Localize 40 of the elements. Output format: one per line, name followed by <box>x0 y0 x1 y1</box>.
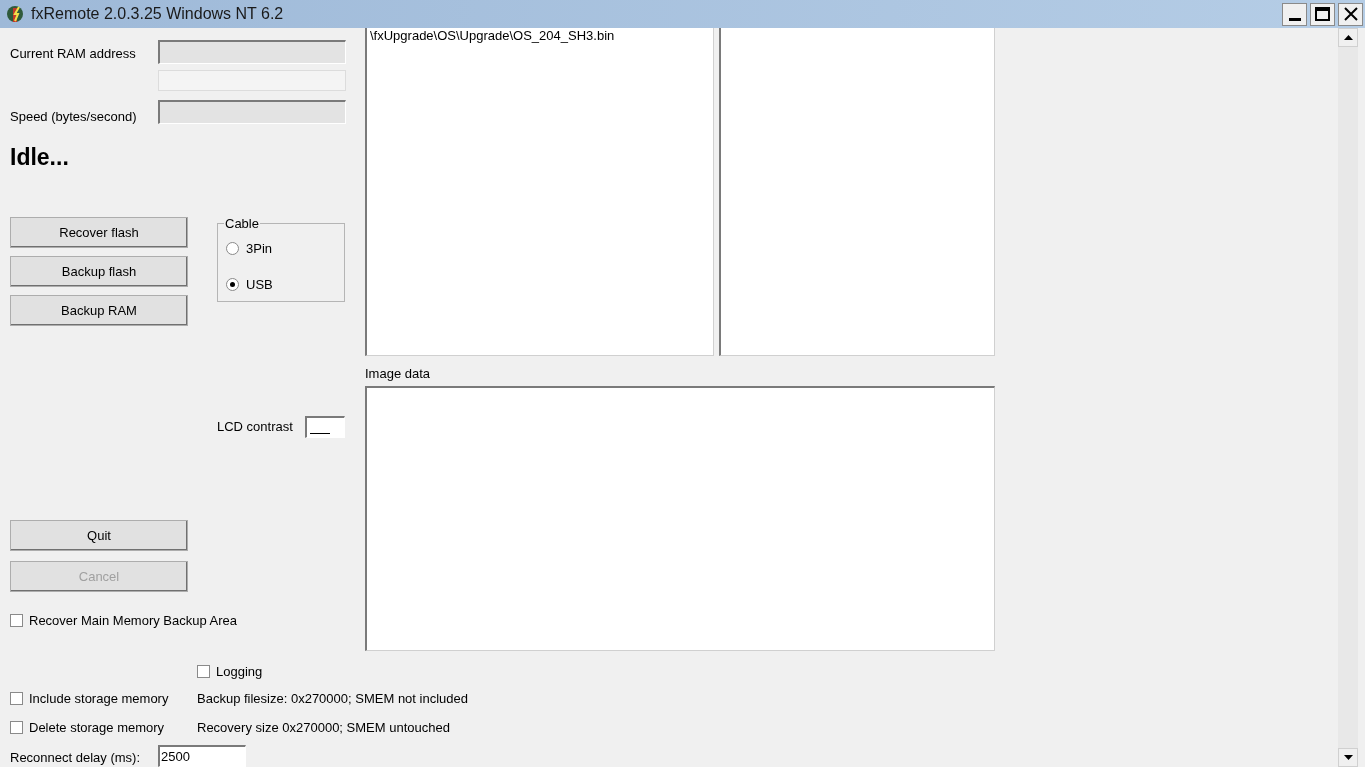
action-button[interactable]: Recover flash <box>10 217 188 248</box>
backup-info-text: Backup filesize: 0x270000; SMEM not included <box>197 690 468 708</box>
down-arrow-icon <box>1343 755 1353 760</box>
checkbox[interactable] <box>10 614 23 628</box>
checkbox-label: Delete storage memory <box>29 718 165 737</box>
checkbox-label: Logging <box>216 662 263 681</box>
scroll-down-button[interactable] <box>1338 748 1358 767</box>
recovery-info-text: Recovery size 0x270000; SMEM untouched <box>197 718 450 737</box>
file-list[interactable]: \fxUpgrade\OS\Upgrade\OS_204_SH3.bin <box>365 28 714 356</box>
radio-button[interactable] <box>226 241 239 255</box>
file-list-item[interactable]: \fxUpgrade\OS\Upgrade\OS_204_SH3.bin <box>370 28 713 43</box>
checkbox-label: Include storage memory <box>29 690 169 708</box>
maximize-button[interactable] <box>1310 2 1335 26</box>
checkbox[interactable] <box>10 692 23 706</box>
checkbox[interactable] <box>10 720 23 734</box>
app-icon <box>6 4 24 24</box>
action-button[interactable]: Backup RAM <box>10 295 188 326</box>
up-arrow-icon <box>1343 35 1353 40</box>
action-button[interactable]: Backup flash <box>10 256 188 287</box>
field-label: Speed (bytes/second) <box>10 107 138 126</box>
close-icon <box>1342 6 1359 22</box>
checkbox-label: Recover Main Memory Backup Area <box>29 612 238 630</box>
checkbox[interactable] <box>197 664 210 678</box>
lcd-contrast-label: LCD contrast <box>217 418 293 437</box>
reconnect-delay-field[interactable]: 2500 <box>158 745 246 767</box>
radio-button[interactable] <box>226 278 239 292</box>
field-label: Current RAM address <box>10 44 137 63</box>
action-button[interactable]: Quit <box>10 520 188 551</box>
reconnect-delay-label: Reconnect delay (ms): <box>10 748 142 767</box>
scroll-up-button[interactable] <box>1338 28 1358 47</box>
window-title: fxRemote 2.0.3.25 Windows NT 6.2 <box>31 4 284 24</box>
group-title: Cable <box>224 215 260 233</box>
close-button[interactable] <box>1338 2 1363 26</box>
vertical-scrollbar[interactable] <box>1338 28 1358 767</box>
status-text: Idle... <box>10 143 70 172</box>
radio-label: 3Pin <box>246 239 273 258</box>
lcd-contrast-field[interactable] <box>304 416 345 438</box>
minimize-button[interactable] <box>1282 2 1307 26</box>
radio-label: USB <box>246 276 273 294</box>
image-data-label: Image data <box>365 366 432 381</box>
